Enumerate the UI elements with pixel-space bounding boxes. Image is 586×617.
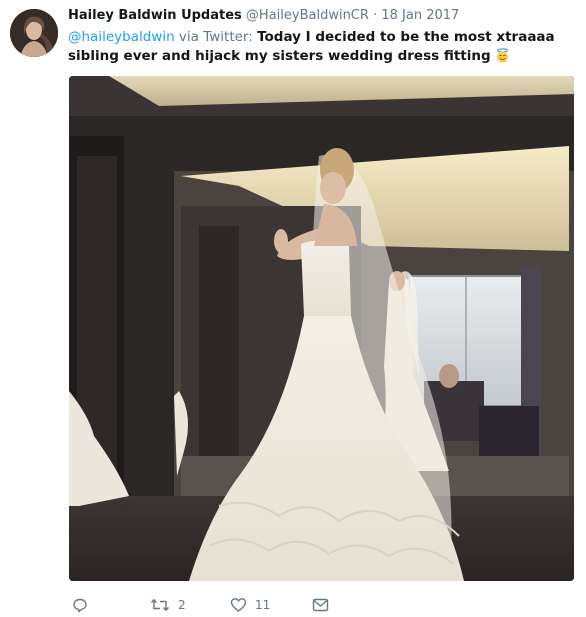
like-count: 11 — [255, 598, 271, 612]
tweet-photo[interactable] — [69, 76, 574, 581]
display-name[interactable]: Hailey Baldwin Updates — [68, 8, 242, 23]
retweet-button[interactable]: 2 — [150, 595, 186, 615]
direct-message-button[interactable] — [312, 595, 329, 615]
tweet-text: @haileybaldwin via Twitter: Today I deci… — [68, 28, 578, 66]
heart-icon — [230, 597, 247, 613]
tweet-header: Hailey Baldwin Updates @HaileyBaldwinCR … — [68, 8, 578, 24]
tweet-card: Hailey Baldwin Updates @HaileyBaldwinCR … — [0, 0, 586, 617]
like-button[interactable]: 11 — [230, 595, 270, 615]
envelope-icon — [312, 597, 329, 613]
user-handle[interactable]: @HaileyBaldwinCR — [246, 8, 369, 23]
avatar[interactable] — [10, 9, 58, 57]
tweet-date[interactable]: 18 Jan 2017 — [381, 8, 459, 23]
wedding-dress-photo — [69, 76, 574, 581]
avatar-photo — [10, 9, 58, 57]
via-text: via Twitter: — [174, 29, 258, 45]
reply-button[interactable] — [72, 595, 96, 615]
mention-link[interactable]: @haileybaldwin — [68, 29, 175, 45]
reply-icon — [72, 597, 88, 613]
smiling-face-with-halo-icon — [495, 48, 510, 63]
separator-dot: · — [373, 8, 378, 23]
retweet-count: 2 — [178, 598, 186, 612]
retweet-icon — [150, 597, 170, 613]
tweet-actions: 2 11 — [68, 595, 586, 617]
